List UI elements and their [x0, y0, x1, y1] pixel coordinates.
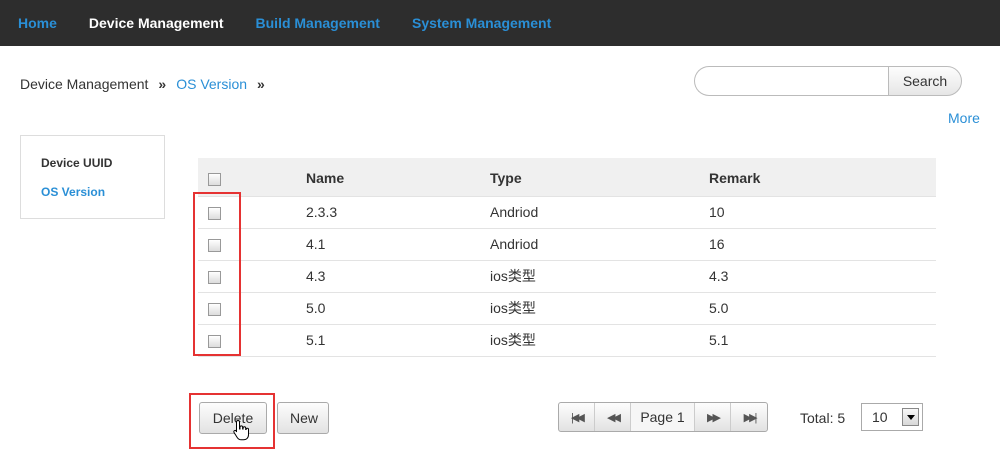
nav-item-home[interactable]: Home — [18, 15, 57, 31]
next-page-icon[interactable]: ▶▶ — [695, 403, 731, 431]
search-input[interactable] — [694, 66, 900, 96]
cell-remark: 16 — [709, 227, 936, 260]
page-size-value: 10 — [872, 409, 888, 425]
table-row[interactable]: 5.1 ios类型 5.1 — [198, 323, 936, 357]
breadcrumb-item-os-version[interactable]: OS Version — [176, 76, 247, 92]
cell-name: 5.0 — [306, 291, 490, 324]
cell-remark: 10 — [709, 195, 936, 228]
search-box: Search — [694, 66, 968, 96]
select-all-checkbox[interactable] — [208, 172, 221, 186]
side-menu: Device UUID OS Version — [20, 135, 165, 219]
os-version-table: Name Type Remark 2.3.3 Andriod 10 4.1 An… — [198, 158, 936, 357]
nav-item-device-management[interactable]: Device Management — [89, 15, 224, 31]
last-page-icon[interactable]: ▶▶| — [731, 403, 767, 431]
table-header-row: Name Type Remark — [198, 158, 936, 196]
sidebar-item-os-version[interactable]: OS Version — [41, 185, 164, 199]
breadcrumb: Device Management » OS Version » — [20, 76, 275, 92]
cell-type: Andriod — [490, 227, 709, 260]
cell-remark: 5.0 — [709, 291, 936, 324]
table-row[interactable]: 4.1 Andriod 16 — [198, 227, 936, 260]
nav-item-system-management[interactable]: System Management — [412, 15, 551, 31]
breadcrumb-item-device-management: Device Management — [20, 76, 149, 92]
prev-page-icon[interactable]: ◀◀ — [595, 403, 631, 431]
cell-remark: 5.1 — [709, 323, 936, 357]
table-row[interactable]: 2.3.3 Andriod 10 — [198, 195, 936, 228]
cell-type: ios类型 — [490, 323, 709, 357]
cell-type: ios类型 — [490, 259, 709, 292]
top-nav: Home Device Management Build Management … — [0, 0, 1000, 46]
sidebar-item-device-uuid[interactable]: Device UUID — [41, 156, 164, 170]
hand-pointer-icon — [233, 419, 249, 441]
cell-type: ios类型 — [490, 291, 709, 324]
column-header-remark[interactable]: Remark — [709, 158, 936, 196]
page-indicator: Page 1 — [631, 403, 695, 431]
cell-name: 4.3 — [306, 259, 490, 292]
table-row[interactable]: 5.0 ios类型 5.0 — [198, 291, 936, 324]
table-row[interactable]: 4.3 ios类型 4.3 — [198, 259, 936, 292]
page-size-select[interactable]: 10 — [861, 403, 923, 431]
checkbox-column-highlight — [193, 192, 241, 356]
breadcrumb-separator: » — [158, 76, 167, 92]
cell-remark: 4.3 — [709, 259, 936, 292]
total-count: Total: 5 — [800, 410, 846, 426]
column-header-type[interactable]: Type — [490, 158, 709, 196]
chevron-down-icon[interactable] — [902, 408, 919, 426]
new-button[interactable]: New — [277, 402, 329, 434]
nav-item-build-management[interactable]: Build Management — [256, 15, 380, 31]
search-button[interactable]: Search — [888, 66, 962, 96]
first-page-icon[interactable]: |◀◀ — [559, 403, 595, 431]
breadcrumb-separator: » — [257, 76, 265, 92]
select-all-cell — [198, 158, 306, 196]
cell-name: 5.1 — [306, 323, 490, 357]
pager: |◀◀ ◀◀ Page 1 ▶▶ ▶▶| — [558, 402, 768, 432]
cell-name: 4.1 — [306, 227, 490, 260]
column-header-name[interactable]: Name — [306, 158, 490, 196]
cell-name: 2.3.3 — [306, 195, 490, 228]
cell-type: Andriod — [490, 195, 709, 228]
more-link[interactable]: More — [948, 110, 980, 126]
